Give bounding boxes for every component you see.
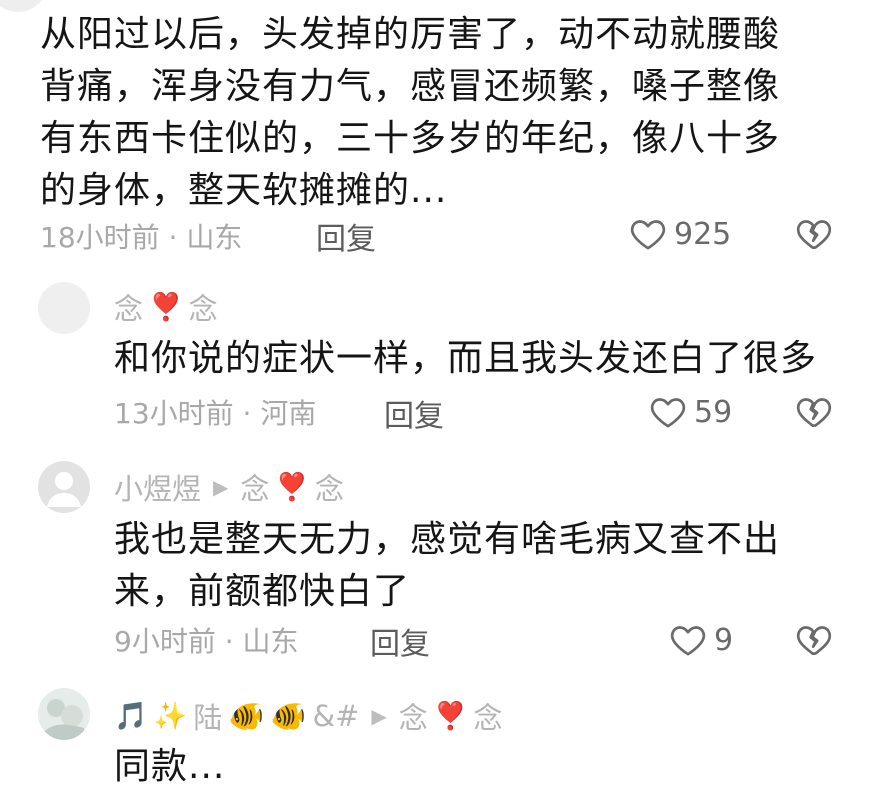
comment-text: 从阳过以后，头发掉的厉害了，动不动就腰酸 背痛，浑身没有力气，感冒还频繁，嗓子整… [40,9,780,217]
sparkles-emoji: ✨ [153,701,188,732]
comment-line: 我也是整天无力，感觉有啥毛病又查不出 [114,519,781,560]
comment-line: 来，前额都快白了 [114,571,411,612]
comment-line: 和你说的症状一样，而且我头发还白了很多 [114,338,818,379]
music-note-emoji: 🎵 [114,701,148,732]
heart-emoji: ❣️ [433,701,468,732]
comment-list: 从阳过以后，头发掉的厉害了，动不动就腰酸 背痛，浑身没有力气，感冒还频繁，嗓子整… [0,0,879,800]
comment-line: 有东西卡住似的，三十多岁的年纪，像八十多 [40,118,781,159]
broken-heart-icon [796,626,832,655]
tropical-fish-emoji: 🐠 [270,698,307,733]
comment-line: 的身体，整天软摊摊的... [40,170,448,211]
reply-button[interactable]: 回复 [384,391,444,435]
like-button[interactable]: 925 [628,214,731,254]
username: 念 [188,292,218,326]
reply-button[interactable]: 回复 [370,619,430,663]
like-button[interactable]: 59 [648,392,732,432]
comment-meta: 18小时前 · 山东 [40,221,243,254]
default-avatar-icon [47,472,81,507]
tropical-fish-emoji: 🐠 [228,698,265,733]
like-button[interactable]: 9 [668,620,733,660]
like-count: 59 [694,394,733,430]
comment-line: 从阳过以后，头发掉的厉害了，动不动就腰酸 [40,14,781,55]
play-arrow-icon: ▶ [213,475,229,499]
comment-text: 同款... [114,741,225,793]
avatar-photo [44,699,84,740]
username-suffix: &# [312,699,360,733]
comment-line: 背痛，浑身没有力气，感冒还频繁，嗓子整像 [40,66,781,107]
avatar[interactable] [38,688,90,740]
heart-outline-icon [670,626,706,656]
dislike-button[interactable] [794,620,834,664]
comment-text: 和你说的症状一样，而且我头发还白了很多 [114,333,817,385]
username: 念 [114,292,144,326]
comment-meta: 9小时前 · 山东 [114,625,299,658]
heart-emoji: ❣️ [275,472,310,503]
comment-user[interactable]: 🎵 ✨ 陆 🐠 🐠 &# ▶ 念 ❣️ 念 [114,694,502,738]
heart-outline-icon [650,398,686,428]
avatar[interactable] [38,461,90,513]
reply-to-username: 念 [315,472,345,506]
heart-emoji: ❣️ [149,292,183,323]
username: 小煜煜 [114,472,202,506]
like-count: 925 [674,216,732,252]
dislike-button[interactable] [794,392,834,436]
comment-line: 同款... [114,746,226,787]
heart-outline-icon [630,220,666,250]
avatar[interactable] [38,282,90,334]
reply-to-username: 念 [240,472,270,506]
like-count: 9 [714,622,734,658]
reply-to-username: 念 [473,701,503,735]
play-arrow-icon: ▶ [371,704,387,728]
username: 陆 [193,701,223,735]
comment-user[interactable]: 念 ❣️ 念 [114,285,218,329]
reply-button[interactable]: 回复 [316,214,376,258]
comment-text: 我也是整天无力，感觉有啥毛病又查不出 来，前额都快白了 [114,514,780,618]
dislike-button[interactable] [794,214,834,258]
comment-user[interactable]: 小煜煜 ▶ 念 ❣️ 念 [114,465,344,509]
broken-heart-icon [796,220,832,249]
reply-to-username: 念 [398,701,428,735]
comment-meta: 13小时前 · 河南 [114,397,317,430]
broken-heart-icon [796,398,832,427]
